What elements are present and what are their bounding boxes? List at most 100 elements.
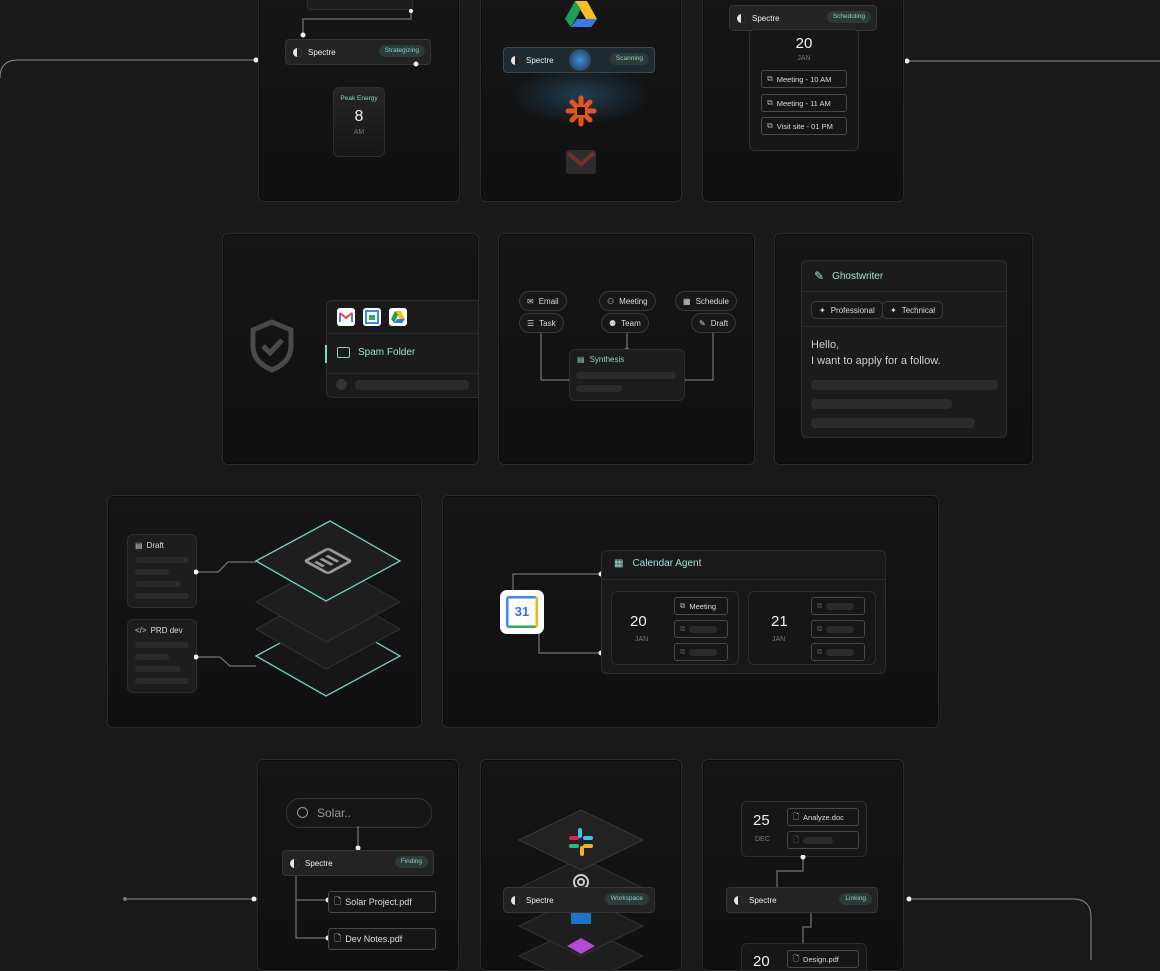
event-item[interactable]: ⧉ Meeting [674,597,728,615]
spectre-agent-chip[interactable]: Spectre Scheduling [729,5,877,31]
file-item[interactable]: 🗋 Dev Notes.pdf [328,928,436,950]
source-draft[interactable]: ✎ Draft [691,313,737,333]
spectre-logo-icon [293,47,302,57]
agent-name: Spectre [308,47,336,57]
spectre-agent-chip[interactable]: Spectre Finding [282,850,434,876]
search-value: Solar.. [317,806,352,820]
spectre-agent-chip[interactable]: Spectre Workspace [503,887,655,913]
google-drive-icon [565,0,597,27]
date-file-panel-bottom[interactable]: 20 🗋 Design.pdf [741,943,867,970]
spectre-logo-icon [511,55,520,65]
spectre-logo-icon [734,895,743,905]
month-label: DEC [755,836,770,843]
spam-folder-item[interactable]: Spam Folder [337,347,415,358]
date-file-panel-top[interactable]: 25 DEC 🗋 Analyze.doc 🗋 [741,801,867,857]
copy-icon: ⧉ [817,647,823,656]
source-label: Schedule [695,296,729,306]
source-label: Email [538,296,559,306]
document-icon: ▤ [135,541,143,550]
finder-card: Solar.. Spectre Finding 🗋 Solar Project.… [257,759,459,971]
day-number: 20 [630,613,647,630]
synthesis-panel: ▤ Synthesis [569,349,685,401]
placeholder-bar [135,593,189,599]
google-calendar-icon [363,308,381,326]
source-schedule[interactable]: ▦ Schedule [675,291,737,311]
synthesis-label: Synthesis [589,355,625,364]
file-name: Solar Project.pdf [345,897,412,907]
google-calendar-app-icon[interactable]: 31 [500,590,544,634]
shield-check-icon [247,318,297,374]
calendar-agent-title: Calendar Agent [632,558,702,569]
agent-name: Spectre [526,55,554,65]
layer-stack [194,516,414,716]
event-item[interactable]: ⧉ [674,620,728,638]
day-number: 20 [795,35,813,52]
day-card[interactable]: 21 JAN ⧉ ⧉ ⧉ [748,591,876,665]
event-item[interactable]: ⧉ [811,597,865,615]
tone-technical[interactable]: ✦ Technical [882,301,944,319]
event-item[interactable]: ⧉ Meeting - 11 AM [761,94,847,112]
scan-glow-dot [569,49,591,71]
file-item[interactable]: 🗋 [787,831,859,849]
placeholder-bar [135,581,181,587]
source-email[interactable]: ✉ Email [519,291,567,311]
draft-greeting: Hello, [811,339,840,351]
agent-name: Spectre [752,13,780,23]
file-icon: 🗋 [793,953,800,963]
day-card[interactable]: 20 JAN ⧉ Meeting ⧉ ⧉ [611,591,739,665]
peak-energy-unit: AM [353,129,365,136]
tone-professional[interactable]: ✦ Professional [811,301,883,319]
draft-body: I want to apply for a follow. [811,355,941,367]
search-input[interactable]: Solar.. [286,798,432,828]
month-label: JAN [797,55,811,62]
pencil-icon: ✎ [699,318,706,328]
event-label: Meeting - 11 AM [776,98,831,108]
active-indicator [325,345,327,363]
ghostwriter-card: ✎ Ghostwriter ✦ Professional ✦ Technical H… [774,233,1033,465]
event-item[interactable]: ⧉ [811,643,865,661]
copy-icon: ⧉ [817,601,823,610]
event-item[interactable]: ⧉ [674,643,728,661]
copy-icon: ⧉ [767,74,773,83]
file-item[interactable]: 🗋 Design.pdf [787,950,859,968]
status-badge: Finding [394,856,428,868]
file-item[interactable]: 🗋 Solar Project.pdf [328,891,436,913]
connector-right-bottom [905,895,1105,960]
spam-folder-label: Spam Folder [358,347,416,358]
source-label: Draft [710,318,729,328]
gmail-icon [337,308,355,326]
placeholder-bar [135,569,169,575]
placeholder-bar [811,399,952,409]
source-team[interactable]: ⚉ Team [601,313,649,333]
doc-card-prd[interactable]: </> PRD dev [127,619,197,693]
day-number: 21 [771,613,788,630]
event-item[interactable]: ⧉ Visit site - 01 PM [761,117,847,135]
month-label: JAN [772,636,786,643]
placeholder-bar [135,557,189,563]
copy-icon: ⧉ [680,624,686,633]
event-item[interactable]: ⧉ [811,620,865,638]
source-meeting[interactable]: ⚇ Meeting [599,291,656,311]
status-badge: Scheduling [826,11,871,23]
doc-card-draft[interactable]: ▤ Draft [127,534,197,608]
file-icon: 🗋 [334,933,342,943]
source-label: Task [539,318,556,328]
source-task[interactable]: ☰ Task [519,313,564,333]
synthesis-card: ✉ Email ⚇ Meeting ▦ Schedule ☰ Task ⚉ Team ✎ D… [498,233,755,465]
file-icon: 🗋 [793,811,800,821]
file-name: Dev Notes.pdf [345,934,403,944]
file-name: Design.pdf [803,954,839,964]
layers-card: ▤ Draft </> PRD dev [107,495,422,728]
schedule-card: Spectre Scheduling 20 JAN ⧉ Meeting - 10… [702,0,904,202]
spectre-agent-chip[interactable]: Spectre Linking [726,887,878,913]
scan-card: Spectre Scanning [480,0,682,202]
placeholder-bar [135,654,169,660]
search-icon [297,806,308,818]
zapier-icon [565,95,597,127]
event-item[interactable]: ⧉ Meeting - 10 AM [761,70,847,88]
status-badge: Scanning [609,53,649,65]
source-label: Meeting [619,296,648,306]
calendar-date-text: 31 [514,604,530,619]
doc-label: Draft [146,541,164,550]
file-item[interactable]: 🗋 Analyze.doc [787,808,859,826]
